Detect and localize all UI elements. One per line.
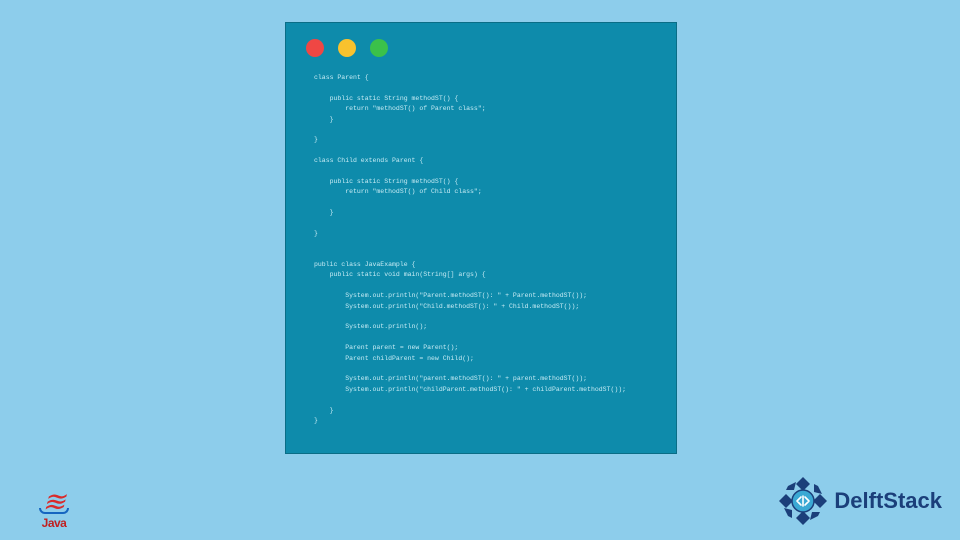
java-logo: ≋ Java	[28, 470, 80, 530]
delftstack-logo: DelftStack	[778, 476, 942, 526]
close-icon	[306, 39, 324, 57]
java-cup-icon	[39, 508, 69, 514]
minimize-icon	[338, 39, 356, 57]
code-block: class Parent { public static String meth…	[286, 65, 676, 426]
code-window: class Parent { public static String meth…	[285, 22, 677, 454]
delftstack-label: DelftStack	[834, 488, 942, 514]
delftstack-seal-icon	[778, 476, 828, 526]
window-traffic-lights	[286, 23, 676, 65]
java-label: Java	[42, 516, 67, 530]
maximize-icon	[370, 39, 388, 57]
